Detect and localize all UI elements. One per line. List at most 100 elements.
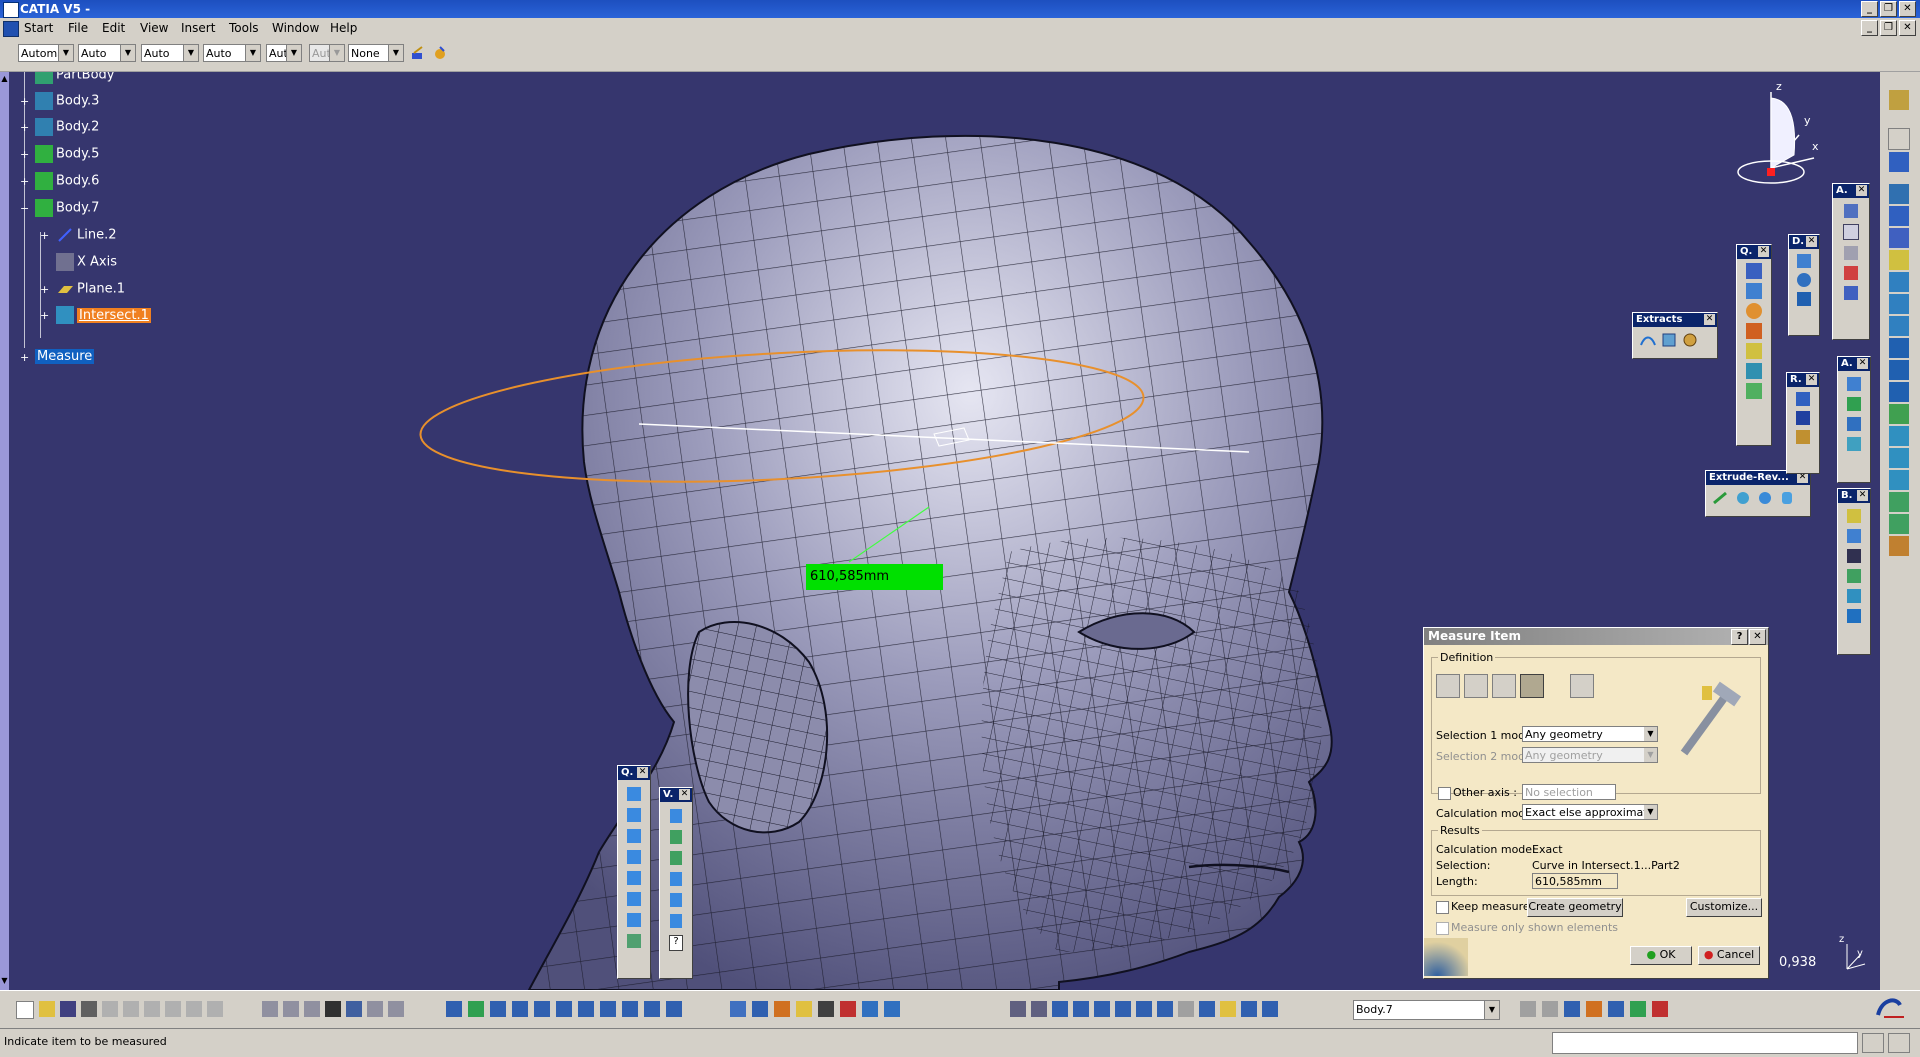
point-type-combo[interactable]: Aut ▼ xyxy=(266,44,302,62)
sketcher-icon[interactable] xyxy=(1889,90,1909,110)
lasso-icon[interactable] xyxy=(1031,1001,1047,1017)
zoom-out-icon[interactable] xyxy=(556,1001,572,1017)
copy-icon[interactable] xyxy=(123,1001,139,1017)
create-geometry-button[interactable]: Create geometry xyxy=(1527,898,1623,917)
knowledge-icon[interactable] xyxy=(283,1001,299,1017)
quick-view-icon[interactable] xyxy=(600,1001,616,1017)
normal-view-icon[interactable] xyxy=(578,1001,594,1017)
corner-icon[interactable] xyxy=(1889,360,1909,380)
plane-icon[interactable] xyxy=(1889,250,1909,270)
material-icon[interactable] xyxy=(1586,1001,1602,1017)
helix-icon[interactable] xyxy=(1889,316,1909,336)
tree-item-body3[interactable]: Body.3 xyxy=(35,92,99,110)
r-toolbar[interactable]: R. ✕ xyxy=(1786,372,1820,474)
tree-item-intersect1[interactable]: Intersect.1 xyxy=(56,306,151,324)
painter-icon[interactable] xyxy=(410,45,426,61)
layout-icon[interactable] xyxy=(1520,1001,1536,1017)
pan-icon[interactable] xyxy=(490,1001,506,1017)
offset-icon[interactable] xyxy=(1889,426,1909,446)
measure-thickness-icon[interactable] xyxy=(1570,674,1594,698)
grid-icon[interactable] xyxy=(1073,1001,1089,1017)
close-icon[interactable]: ✕ xyxy=(1806,236,1817,247)
color-combo[interactable]: Automa ▼ xyxy=(18,44,74,62)
close-icon[interactable]: ✕ xyxy=(1857,358,1868,369)
close-icon[interactable]: ✕ xyxy=(1704,314,1715,325)
doc-close-button[interactable]: ✕ xyxy=(1899,20,1916,36)
measure-between-chain-icon[interactable] xyxy=(1464,674,1488,698)
sketch-icon[interactable] xyxy=(1889,184,1909,204)
line-tool-icon[interactable] xyxy=(1889,206,1909,226)
close-icon[interactable]: ✕ xyxy=(1758,246,1769,257)
view-mode-icon[interactable] xyxy=(622,1001,638,1017)
apply-material-icon[interactable] xyxy=(796,1001,812,1017)
design-table-icon[interactable] xyxy=(346,1001,362,1017)
point-icon[interactable] xyxy=(1889,152,1909,172)
parameters-icon[interactable] xyxy=(388,1001,404,1017)
extracts-toolbar[interactable]: Extracts ✕ xyxy=(1632,312,1718,359)
rotate-icon[interactable] xyxy=(512,1001,528,1017)
surface-icon[interactable] xyxy=(1889,404,1909,424)
customize-button[interactable]: Customize... xyxy=(1686,898,1762,917)
open-icon[interactable] xyxy=(39,1001,55,1017)
d-toolbar[interactable]: D. ✕ xyxy=(1788,234,1820,336)
compass-tool-icon[interactable] xyxy=(1115,1001,1131,1017)
tree-item-body5[interactable]: Body.5 xyxy=(35,145,99,163)
doc-minimize-button[interactable]: _ xyxy=(1861,20,1878,36)
redo-icon[interactable] xyxy=(186,1001,202,1017)
paste-icon[interactable] xyxy=(144,1001,160,1017)
selection1-mode-select[interactable]: Any geometry ▼ xyxy=(1522,726,1658,742)
undo-icon[interactable] xyxy=(165,1001,181,1017)
view-toolbar-q[interactable]: Q. ✕ xyxy=(617,765,651,979)
transparency-combo[interactable]: Auto ▼ xyxy=(78,44,136,62)
measure-between-fan-icon[interactable] xyxy=(1492,674,1516,698)
split-icon[interactable] xyxy=(1542,1001,1558,1017)
catalog-browser-icon[interactable] xyxy=(862,1001,878,1017)
tree-item-line2[interactable]: Line.2 xyxy=(56,226,117,244)
publication-icon[interactable] xyxy=(1630,1001,1646,1017)
hide-icon[interactable] xyxy=(1178,1001,1194,1017)
measure-icon[interactable] xyxy=(774,1001,790,1017)
tree-item-body6[interactable]: Body.6 xyxy=(35,172,99,190)
measure-between-icon[interactable] xyxy=(1436,674,1460,698)
ok-button[interactable]: ● OK xyxy=(1630,946,1692,965)
body-icon[interactable] xyxy=(1262,1001,1278,1017)
scan-icon[interactable] xyxy=(1199,1001,1215,1017)
fly-mode-icon[interactable] xyxy=(446,1001,462,1017)
other-axis-field[interactable]: No selection xyxy=(1522,784,1616,800)
document-icon[interactable] xyxy=(3,21,19,37)
view-toolbar-v[interactable]: V. ✕ ? xyxy=(659,787,693,979)
close-icon[interactable]: ✕ xyxy=(679,789,690,800)
tree-scrollbar[interactable]: ▲ ▼ xyxy=(0,72,9,990)
snapshot-icon[interactable] xyxy=(818,1001,834,1017)
law-icon[interactable] xyxy=(304,1001,320,1017)
layer-combo[interactable]: None ▼ xyxy=(348,44,404,62)
linetype-combo[interactable]: Auto ▼ xyxy=(203,44,261,62)
linewidth-combo[interactable]: Auto ▼ xyxy=(141,44,199,62)
compare-icon[interactable] xyxy=(1608,1001,1624,1017)
catalog-icon[interactable] xyxy=(367,1001,383,1017)
menu-tools[interactable]: Tools xyxy=(229,21,259,35)
instantiate-icon[interactable] xyxy=(884,1001,900,1017)
plane-system-icon[interactable] xyxy=(1157,1001,1173,1017)
properties-icon[interactable] xyxy=(432,45,448,61)
operations-toolbar[interactable]: Q. ✕ xyxy=(1736,244,1772,446)
blend-icon[interactable] xyxy=(1889,514,1909,534)
close-icon[interactable]: ✕ xyxy=(1857,490,1868,501)
plane-tool-icon[interactable] xyxy=(1889,228,1909,248)
close-button[interactable]: ✕ xyxy=(1899,1,1916,17)
insert-body-icon[interactable] xyxy=(1220,1001,1236,1017)
zoom-in-icon[interactable] xyxy=(534,1001,550,1017)
formula-icon[interactable] xyxy=(262,1001,278,1017)
save-icon[interactable] xyxy=(60,1001,76,1017)
extrude-revolution-toolbar[interactable]: Extrude-Rev... ✕ xyxy=(1705,470,1811,517)
analysis-icon[interactable] xyxy=(1889,536,1909,556)
power-input-field[interactable] xyxy=(1552,1032,1858,1054)
update-icon[interactable] xyxy=(730,1001,746,1017)
menu-help[interactable]: Help xyxy=(330,21,357,35)
define-in-work-object-icon[interactable] xyxy=(1241,1001,1257,1017)
tree-item-partbody[interactable]: PartBody xyxy=(35,72,114,84)
menu-file[interactable]: File xyxy=(68,21,88,35)
close-icon[interactable]: ✕ xyxy=(1856,185,1867,196)
status-icon-1[interactable] xyxy=(1862,1033,1884,1053)
minimize-button[interactable]: _ xyxy=(1861,1,1878,17)
